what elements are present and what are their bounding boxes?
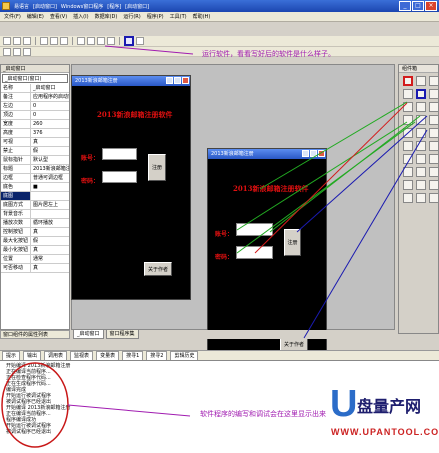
label-arrow-2 (236, 121, 408, 231)
run-annotation: 运行软件，看看写好后的软件是什么样子。 (202, 50, 335, 58)
watermark-url: WWW.UPANTOOL.COM (331, 427, 439, 437)
output-arrow (67, 404, 191, 417)
label-arrow-3 (236, 121, 416, 254)
run-arrow (104, 45, 194, 55)
button-arrow-2 (303, 129, 428, 339)
button-arrow (296, 115, 428, 233)
annotation-overlay (1, 45, 428, 448)
watermark-brand: 盘量产网 (357, 397, 422, 416)
edit-arrow (269, 115, 421, 233)
output-highlight (1, 362, 69, 448)
output-annotation: 软件程序的编写和调试会在这里显示出来 (200, 410, 326, 418)
watermark-logo: U (330, 383, 358, 425)
